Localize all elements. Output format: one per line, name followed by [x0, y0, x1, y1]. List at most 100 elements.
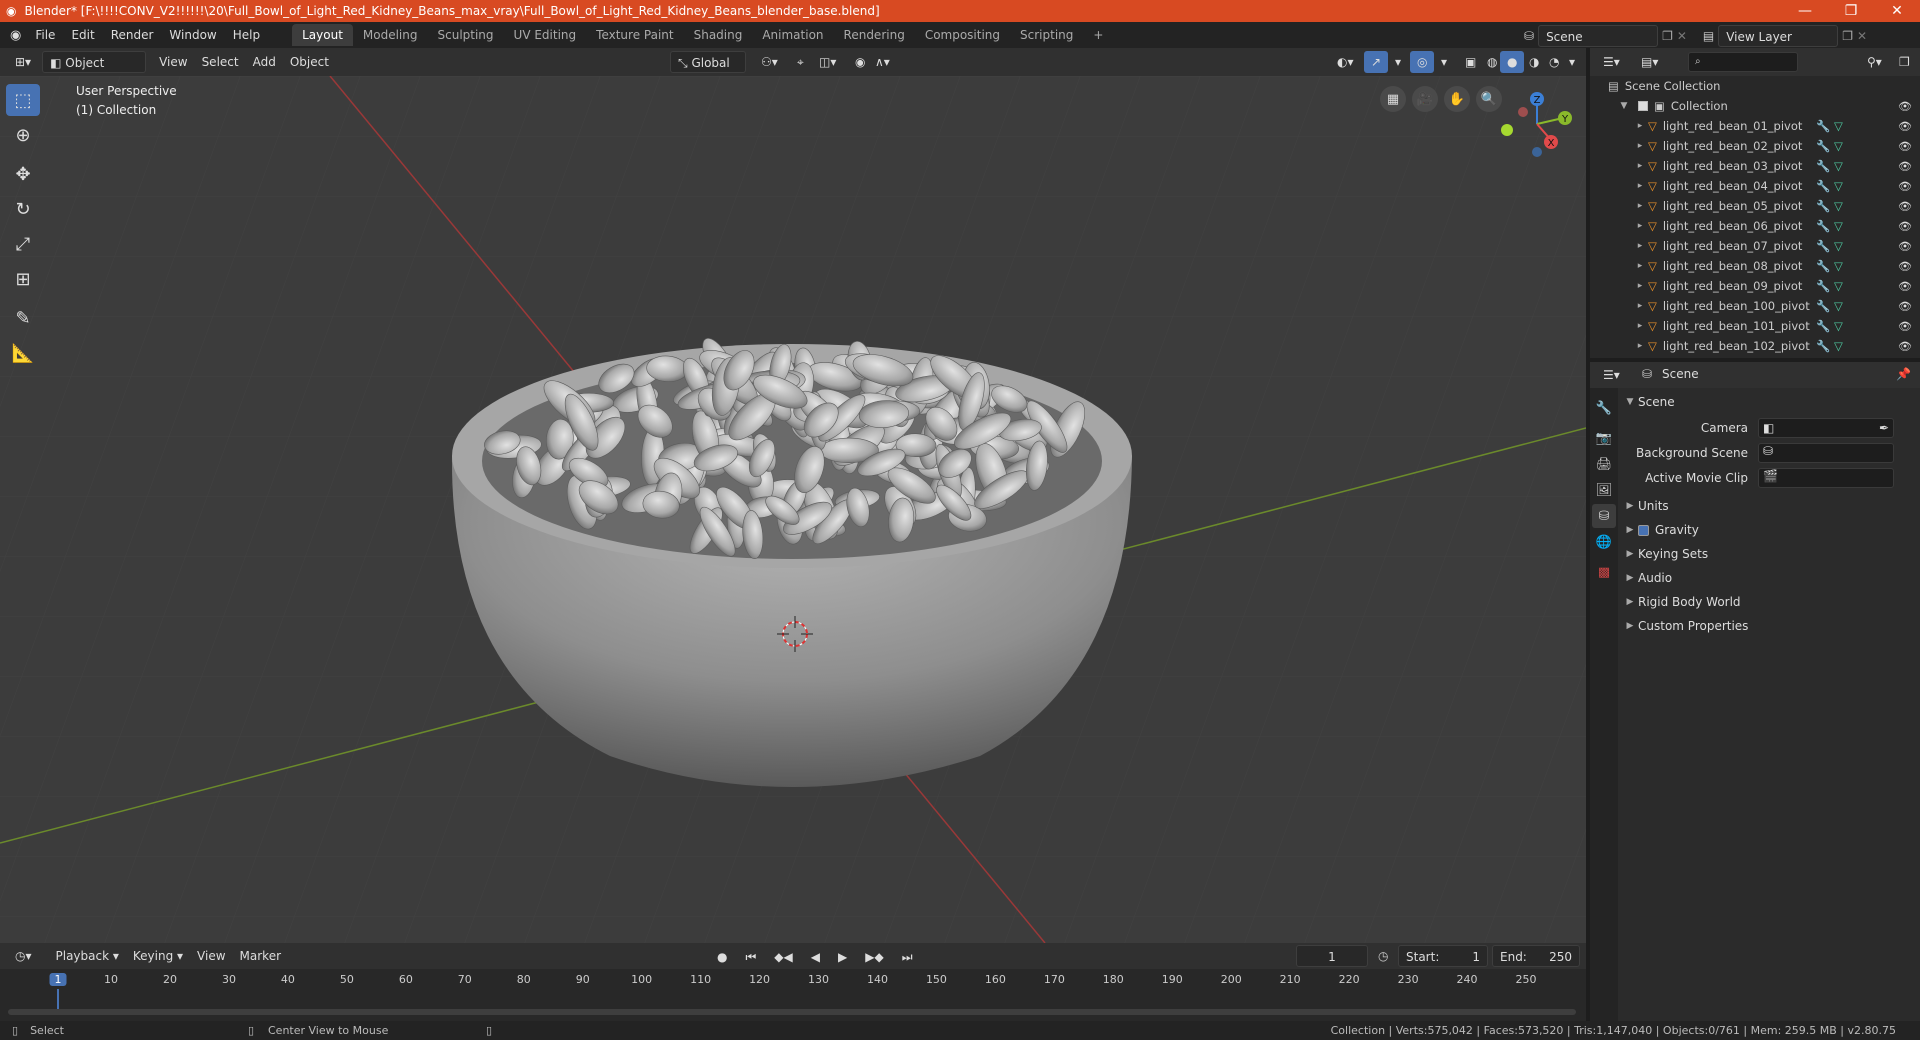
- measure-tool-icon[interactable]: 📐: [6, 337, 40, 369]
- mesh-data-icon[interactable]: ▽: [1834, 159, 1843, 173]
- menu-edit[interactable]: Edit: [63, 22, 102, 48]
- gizmo-menu-icon[interactable]: ▾: [1388, 51, 1408, 73]
- zoom-icon[interactable]: 🔍: [1476, 86, 1502, 112]
- next-keyframe-icon[interactable]: ▶◆: [858, 946, 890, 968]
- visibility-eye-icon[interactable]: 👁: [1898, 240, 1912, 253]
- add-workspace-button[interactable]: +: [1083, 24, 1113, 46]
- menu-select[interactable]: Select: [195, 51, 246, 73]
- prev-keyframe-icon[interactable]: ◆◀: [767, 946, 799, 968]
- object-expand-icon[interactable]: ▸: [1632, 301, 1648, 311]
- tab-shading[interactable]: Shading: [684, 24, 753, 46]
- snap-target-icon[interactable]: ◫▾: [812, 51, 843, 73]
- collection-visibility-eye-icon[interactable]: 👁: [1898, 100, 1912, 113]
- modifier-wrench-icon[interactable]: 🔧: [1816, 239, 1830, 253]
- outliner-object-row[interactable]: ▸ ▽ light_red_bean_09_pivot 🔧 ▽ 👁: [1590, 276, 1920, 296]
- shading-menu-icon[interactable]: ▾: [1562, 51, 1582, 73]
- end-frame-field[interactable]: End: 250: [1492, 945, 1580, 967]
- restore-icon[interactable]: ❐: [1828, 0, 1874, 22]
- overlays-menu-icon[interactable]: ▾: [1434, 51, 1454, 73]
- mesh-data-icon[interactable]: ▽: [1834, 199, 1843, 213]
- object-expand-icon[interactable]: ▸: [1632, 341, 1648, 351]
- modifier-wrench-icon[interactable]: 🔧: [1816, 299, 1830, 313]
- timeline-scrollbar[interactable]: [8, 1009, 1576, 1015]
- tab-scripting[interactable]: Scripting: [1010, 24, 1083, 46]
- 3d-viewport[interactable]: Z Y X User Perspective (1) Collection: [0, 76, 1586, 943]
- gizmo-toggle-icon[interactable]: ↗: [1364, 51, 1389, 73]
- mesh-data-icon[interactable]: ▽: [1834, 279, 1843, 293]
- object-expand-icon[interactable]: ▸: [1632, 281, 1648, 291]
- rigid-body-world-section[interactable]: ▶ Rigid Body World: [1618, 590, 1920, 614]
- mesh-data-icon[interactable]: ▽: [1834, 139, 1843, 153]
- modifier-wrench-icon[interactable]: 🔧: [1816, 159, 1830, 173]
- overlays-toggle-icon[interactable]: ◎: [1410, 51, 1435, 73]
- modifier-wrench-icon[interactable]: 🔧: [1816, 199, 1830, 213]
- tab-animation[interactable]: Animation: [752, 24, 833, 46]
- play-icon[interactable]: ▶: [831, 946, 854, 968]
- object-expand-icon[interactable]: ▸: [1632, 181, 1648, 191]
- visibility-eye-icon[interactable]: 👁: [1898, 280, 1912, 293]
- record-icon[interactable]: ●: [710, 946, 734, 968]
- delete-scene-icon[interactable]: ✕: [1677, 29, 1687, 43]
- display-mode-icon[interactable]: ▤▾: [1634, 51, 1665, 73]
- visibility-eye-icon[interactable]: 👁: [1898, 320, 1912, 333]
- modifier-wrench-icon[interactable]: 🔧: [1816, 319, 1830, 333]
- gravity-section[interactable]: ▶ Gravity: [1618, 518, 1920, 542]
- timeline-editor-type-icon[interactable]: ◷▾: [8, 945, 39, 967]
- units-section[interactable]: ▶ Units: [1618, 494, 1920, 518]
- modifier-wrench-icon[interactable]: 🔧: [1816, 219, 1830, 233]
- outliner-object-row[interactable]: ▸ ▽ light_red_bean_101_pivot 🔧 ▽ 👁: [1590, 316, 1920, 336]
- mesh-data-icon[interactable]: ▽: [1834, 239, 1843, 253]
- outliner-object-row[interactable]: ▸ ▽ light_red_bean_08_pivot 🔧 ▽ 👁: [1590, 256, 1920, 276]
- tab-compositing[interactable]: Compositing: [915, 24, 1010, 46]
- visibility-eye-icon[interactable]: 👁: [1898, 340, 1912, 353]
- menu-timeline-view[interactable]: View: [190, 945, 232, 967]
- background-scene-field[interactable]: ⛁: [1758, 443, 1894, 463]
- visibility-eye-icon[interactable]: 👁: [1898, 120, 1912, 133]
- outliner-object-row[interactable]: ▸ ▽ light_red_bean_07_pivot 🔧 ▽ 👁: [1590, 236, 1920, 256]
- eyedropper-icon[interactable]: ✒: [1879, 421, 1889, 435]
- tab-rendering[interactable]: Rendering: [834, 24, 915, 46]
- pin-icon[interactable]: 📌: [1896, 367, 1911, 381]
- annotate-tool-icon[interactable]: ✎: [6, 302, 40, 334]
- modifier-wrench-icon[interactable]: 🔧: [1816, 119, 1830, 133]
- timeline-area[interactable]: 1 10 20 30 40 50 60 70 80 90 100 110 120 130 140 150 160…: [0, 969, 1586, 1021]
- perspective-toggle-icon[interactable]: ▦: [1380, 86, 1406, 112]
- collection-checkbox-icon[interactable]: [1638, 101, 1648, 111]
- falloff-icon[interactable]: ∧▾: [868, 51, 897, 73]
- tab-sculpting[interactable]: Sculpting: [428, 24, 504, 46]
- editor-type-icon[interactable]: ⊞▾: [8, 51, 38, 73]
- active-movie-clip-field[interactable]: 🎬: [1758, 468, 1894, 488]
- menu-view[interactable]: View: [152, 51, 194, 73]
- scale-tool-icon[interactable]: ⤢: [6, 228, 40, 260]
- menu-render[interactable]: Render: [103, 22, 162, 48]
- visibility-icon[interactable]: ◐▾: [1330, 51, 1361, 73]
- solid-shading-icon[interactable]: ●: [1500, 51, 1525, 73]
- modifier-wrench-icon[interactable]: 🔧: [1816, 339, 1830, 353]
- tab-tool-icon[interactable]: 🔧: [1592, 396, 1616, 420]
- menu-keying[interactable]: Keying ▾: [126, 945, 190, 967]
- jump-start-icon[interactable]: ⏮: [738, 946, 763, 968]
- mesh-data-icon[interactable]: ▽: [1834, 319, 1843, 333]
- view-layer-selector[interactable]: View Layer: [1718, 25, 1839, 47]
- tab-texture-icon[interactable]: ▩: [1592, 560, 1616, 584]
- outliner-object-row[interactable]: ▸ ▽ light_red_bean_102_pivot 🔧 ▽ 👁: [1590, 336, 1920, 356]
- object-expand-icon[interactable]: ▸: [1632, 241, 1648, 251]
- mesh-data-icon[interactable]: ▽: [1834, 339, 1843, 353]
- visibility-eye-icon[interactable]: 👁: [1898, 200, 1912, 213]
- close-icon[interactable]: ✕: [1874, 0, 1920, 22]
- tab-render-icon[interactable]: 📷: [1592, 426, 1616, 450]
- outliner-object-row[interactable]: ▸ ▽ light_red_bean_01_pivot 🔧 ▽ 👁: [1590, 116, 1920, 136]
- object-expand-icon[interactable]: ▸: [1632, 201, 1648, 211]
- modifier-wrench-icon[interactable]: 🔧: [1816, 179, 1830, 193]
- transform-orientation-selector[interactable]: ⤡ Global ▾: [670, 51, 746, 92]
- menu-file[interactable]: File: [27, 22, 63, 48]
- tab-texture-paint[interactable]: Texture Paint: [586, 24, 683, 46]
- menu-help[interactable]: Help: [225, 22, 268, 48]
- keying-sets-section[interactable]: ▶ Keying Sets: [1618, 542, 1920, 566]
- object-expand-icon[interactable]: ▸: [1632, 261, 1648, 271]
- minimize-icon[interactable]: —: [1782, 0, 1828, 22]
- menu-playback[interactable]: Playback ▾: [49, 945, 126, 967]
- object-expand-icon[interactable]: ▸: [1632, 221, 1648, 231]
- start-frame-field[interactable]: Start: 1: [1398, 945, 1488, 967]
- visibility-eye-icon[interactable]: 👁: [1898, 300, 1912, 313]
